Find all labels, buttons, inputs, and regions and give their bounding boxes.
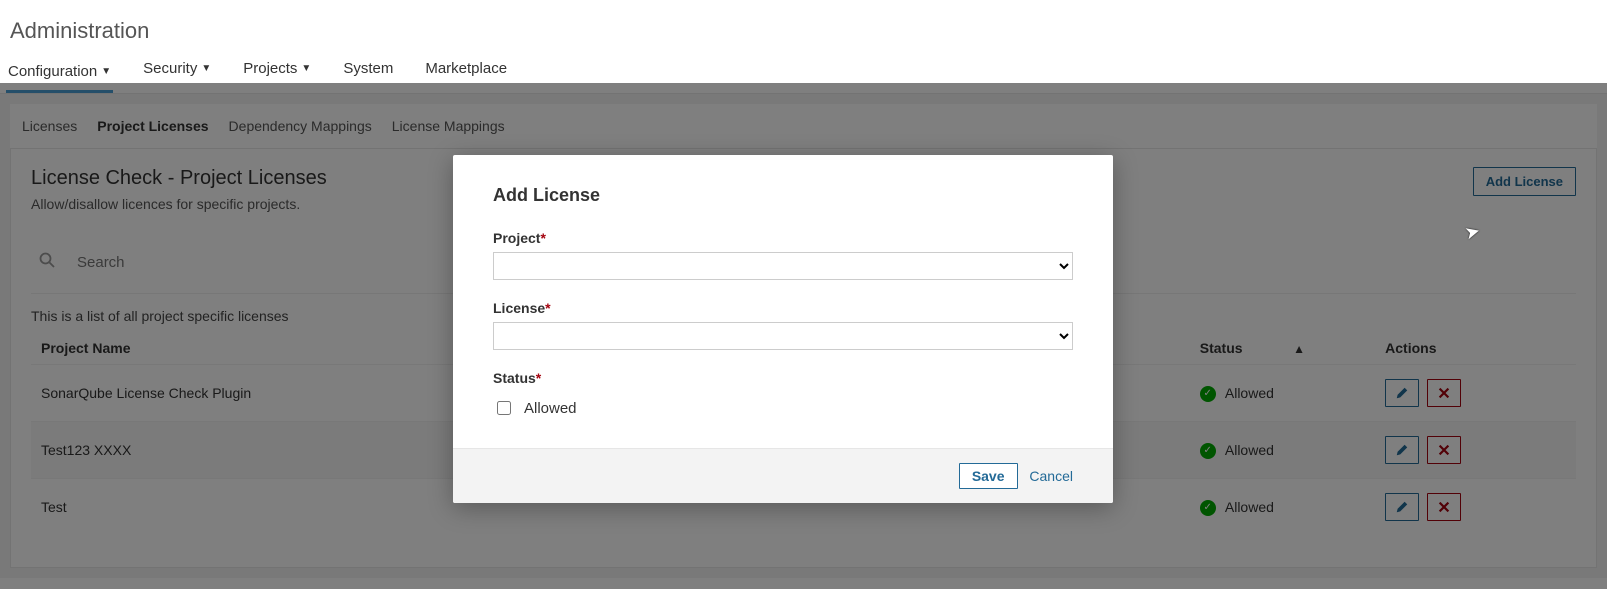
save-button[interactable]: Save: [959, 463, 1018, 489]
required-asterisk: *: [545, 300, 550, 316]
topnav-label: Security: [143, 60, 197, 77]
caret-down-icon: ▼: [101, 66, 111, 77]
project-select[interactable]: [493, 252, 1073, 280]
status-label-text: Status: [493, 370, 536, 386]
topnav-item-security[interactable]: Security ▼: [141, 54, 213, 83]
topnav-item-marketplace[interactable]: Marketplace: [423, 54, 509, 83]
cancel-link[interactable]: Cancel: [1029, 468, 1073, 484]
license-select[interactable]: [493, 322, 1073, 350]
caret-down-icon: ▼: [301, 63, 311, 74]
modal-footer: Save Cancel: [453, 448, 1113, 503]
topnav-item-projects[interactable]: Projects ▼: [241, 54, 313, 83]
license-label-text: License: [493, 300, 545, 316]
modal-title: Add License: [493, 185, 1073, 206]
license-label: License*: [493, 300, 1073, 316]
required-asterisk: *: [540, 230, 545, 246]
allowed-checkbox[interactable]: [497, 401, 511, 415]
topnav-label: System: [343, 60, 393, 77]
topnav-label: Projects: [243, 60, 297, 77]
add-license-modal: Add License Project* License* Status* Al…: [453, 155, 1113, 503]
allowed-checkbox-row[interactable]: Allowed: [493, 392, 1073, 418]
page-title: Administration: [0, 0, 1607, 54]
project-label-text: Project: [493, 230, 540, 246]
caret-down-icon: ▼: [201, 63, 211, 74]
topnav-label: Configuration: [8, 63, 97, 80]
topnav-label: Marketplace: [425, 60, 507, 77]
project-label: Project*: [493, 230, 1073, 246]
topnav-item-system[interactable]: System: [341, 54, 395, 83]
status-label: Status*: [493, 370, 1073, 386]
required-asterisk: *: [536, 370, 541, 386]
allowed-checkbox-label: Allowed: [524, 400, 577, 417]
